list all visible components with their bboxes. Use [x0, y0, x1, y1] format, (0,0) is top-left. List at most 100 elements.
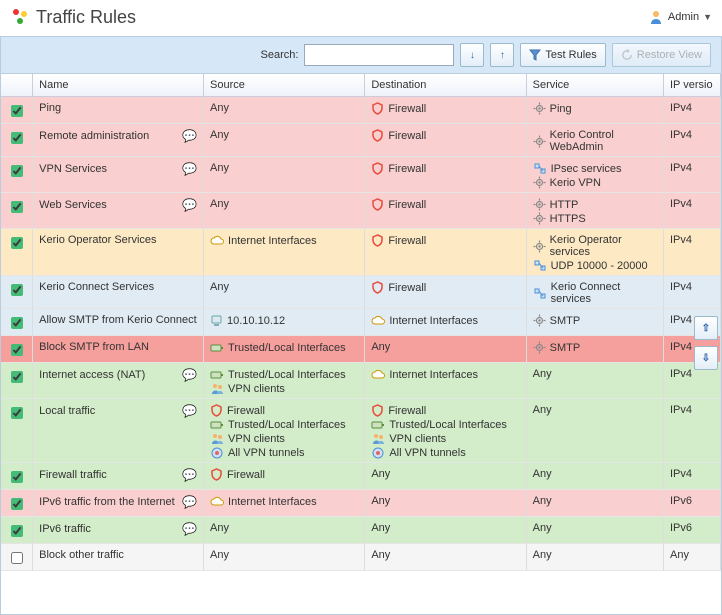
rule-name: IPv6 traffic	[39, 523, 91, 535]
table-row[interactable]: Kerio Connect ServicesAnyFirewallKerio C…	[1, 276, 721, 309]
ip-version: IPv4	[664, 399, 721, 462]
source-item: Internet Interfaces	[210, 234, 317, 247]
rule-name: Kerio Operator Services	[39, 234, 156, 246]
comment-icon[interactable]: 💬	[182, 404, 197, 418]
table-row[interactable]: Kerio Operator Services Internet Interfac…	[1, 229, 721, 276]
users-icon	[210, 382, 224, 395]
cloud-icon	[371, 368, 385, 381]
source-item: Any	[210, 129, 229, 141]
comment-icon[interactable]: 💬	[182, 129, 197, 143]
shield-icon	[371, 162, 384, 175]
row-checkbox[interactable]	[11, 407, 23, 419]
col-ipversion[interactable]: IP versio	[664, 74, 721, 96]
table-row[interactable]: Remote administration💬AnyFirewallKerio C…	[1, 124, 721, 157]
row-checkbox[interactable]	[11, 132, 23, 144]
row-checkbox[interactable]	[11, 371, 23, 383]
ip-version: IPv4	[664, 463, 721, 489]
service-item: Any	[533, 468, 552, 480]
restore-view-button[interactable]: Restore View	[612, 43, 711, 67]
gear-icon	[533, 198, 546, 211]
col-destination[interactable]: Destination	[365, 74, 526, 96]
table-row[interactable]: Block other trafficAnyAnyAnyAny	[1, 544, 721, 571]
search-prev-button[interactable]: ↑	[490, 43, 514, 67]
gear-icon	[533, 314, 546, 327]
test-rules-button[interactable]: Test Rules	[520, 43, 605, 67]
tun-icon	[210, 446, 224, 459]
row-checkbox[interactable]	[11, 498, 23, 510]
service-item: Any	[533, 549, 552, 561]
ip-version: IPv4	[664, 276, 721, 308]
comment-icon[interactable]: 💬	[182, 198, 197, 212]
ip-version: IPv4	[664, 229, 721, 275]
row-checkbox[interactable]	[11, 525, 23, 537]
destination-item: Firewall	[371, 162, 426, 175]
table-row[interactable]: IPv6 traffic from the Internet💬Internet …	[1, 490, 721, 517]
service-item: IPsec services	[533, 162, 622, 175]
source-item: Trusted/Local Interfaces	[210, 368, 346, 381]
comment-icon[interactable]: 💬	[182, 368, 197, 382]
nic-icon	[371, 418, 385, 431]
user-menu[interactable]: Admin ▼	[648, 9, 712, 25]
destination-item: Firewall	[371, 198, 426, 211]
shield-icon	[371, 281, 384, 294]
shield-icon	[371, 198, 384, 211]
source-item: All VPN tunnels	[210, 446, 346, 459]
search-next-button[interactable]: ↓	[460, 43, 484, 67]
source-item: Any	[210, 198, 229, 210]
app-icon	[10, 7, 30, 27]
col-source[interactable]: Source	[204, 74, 365, 96]
destination-item: Firewall	[371, 234, 426, 247]
table-row[interactable]: IPv6 traffic💬AnyAnyAnyIPv6	[1, 517, 721, 544]
source-item: Any	[210, 522, 229, 534]
arrow-up-icon: ↑	[500, 50, 505, 61]
shield-icon	[210, 468, 223, 481]
row-checkbox[interactable]	[11, 237, 23, 249]
comment-icon[interactable]: 💬	[182, 522, 197, 536]
destination-item: Internet Interfaces	[371, 314, 478, 327]
rule-name: Block SMTP from LAN	[39, 341, 149, 353]
cloud-icon	[210, 234, 224, 247]
refresh-icon	[621, 49, 633, 61]
destination-item: All VPN tunnels	[371, 446, 507, 459]
row-checkbox[interactable]	[11, 284, 23, 296]
service-item: HTTPS	[533, 212, 586, 225]
row-checkbox[interactable]	[11, 317, 23, 329]
tun-icon	[371, 446, 385, 459]
table-row[interactable]: Internet access (NAT)💬Trusted/Local Inte…	[1, 363, 721, 399]
shield-icon	[371, 102, 384, 115]
host-icon	[210, 314, 223, 327]
rule-name: Remote administration	[39, 130, 149, 142]
table-row[interactable]: PingAnyFirewallPingIPv4	[1, 97, 721, 124]
row-checkbox[interactable]	[11, 471, 23, 483]
comment-icon[interactable]: 💬	[182, 495, 197, 509]
move-down-button[interactable]: ⇩	[694, 346, 718, 370]
row-checkbox[interactable]	[11, 552, 23, 564]
table-row[interactable]: Allow SMTP from Kerio Connect10.10.10.12…	[1, 309, 721, 336]
table-row[interactable]: Firewall traffic💬FirewallAnyAnyIPv4	[1, 463, 721, 490]
move-up-button[interactable]: ⇧	[694, 316, 718, 340]
col-name[interactable]: Name	[33, 74, 204, 96]
col-service[interactable]: Service	[527, 74, 664, 96]
row-checkbox[interactable]	[11, 105, 23, 117]
col-check[interactable]	[1, 74, 33, 96]
row-checkbox[interactable]	[11, 201, 23, 213]
service-item: Any	[533, 495, 552, 507]
source-item: Firewall	[210, 404, 346, 417]
table-row[interactable]: Web Services💬AnyFirewallHTTPHTTPSIPv4	[1, 193, 721, 229]
arrow-up-icon: ⇧	[702, 323, 710, 334]
source-item: Any	[210, 162, 229, 174]
row-checkbox[interactable]	[11, 165, 23, 177]
row-checkbox[interactable]	[11, 344, 23, 356]
ip-version: IPv4	[664, 124, 721, 156]
gear-icon	[533, 135, 546, 148]
table-row[interactable]: VPN Services💬AnyFirewallIPsec servicesKe…	[1, 157, 721, 193]
shield-icon	[210, 404, 223, 417]
funnel-icon	[529, 49, 541, 61]
table-body: PingAnyFirewallPingIPv4 Remote administra…	[1, 97, 721, 615]
table-row[interactable]: Block SMTP from LANTrusted/Local Interfa…	[1, 336, 721, 363]
comment-icon[interactable]: 💬	[182, 468, 197, 482]
table-row[interactable]: Local traffic💬FirewallTrusted/Local Inte…	[1, 399, 721, 463]
rule-name: Web Services	[39, 199, 107, 211]
comment-icon[interactable]: 💬	[182, 162, 197, 176]
search-input[interactable]	[304, 44, 454, 66]
